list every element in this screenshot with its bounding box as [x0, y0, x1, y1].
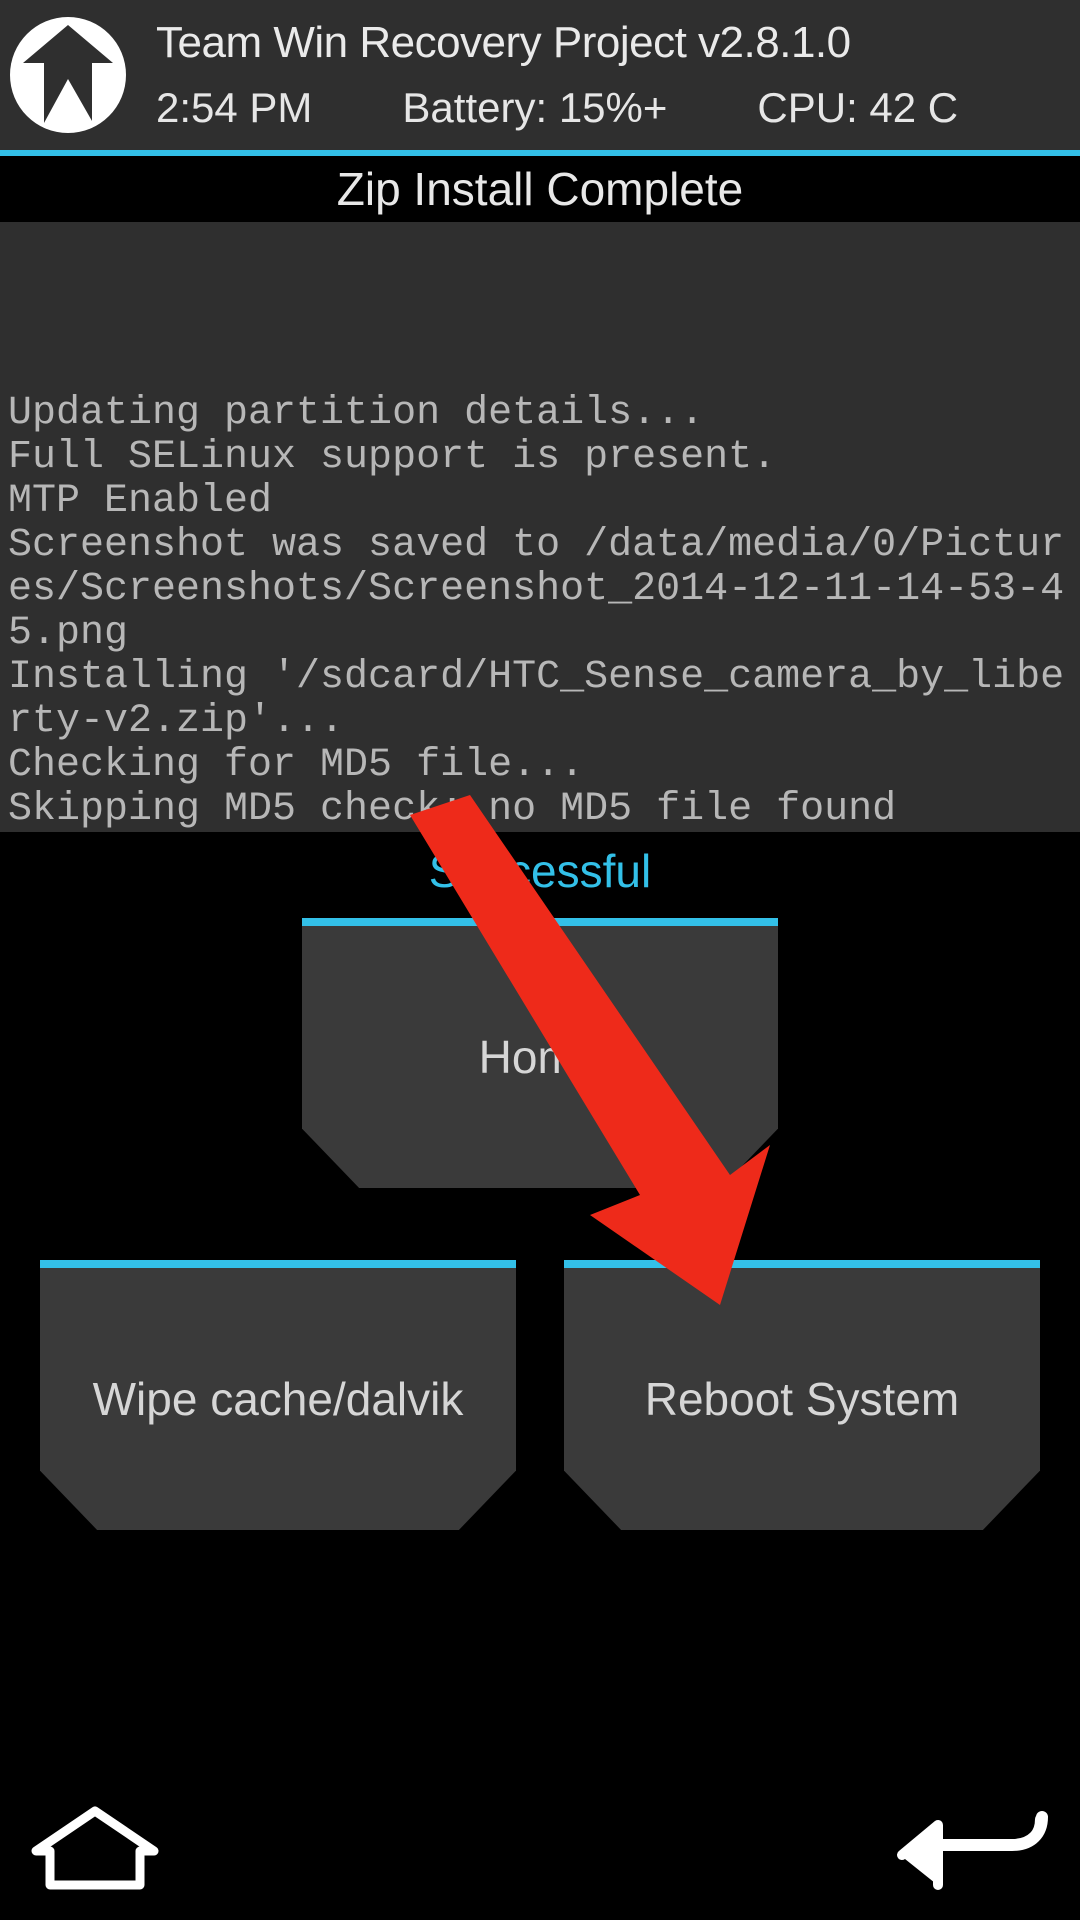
app-title: Team Win Recovery Project v2.8.1.0 — [156, 18, 1068, 68]
home-nav-icon[interactable] — [30, 1805, 160, 1895]
page-title: Zip Install Complete — [0, 156, 1080, 222]
home-button-label: Home — [479, 1030, 602, 1084]
button-area: Home Wipe cache/dalvik Reboot System — [0, 910, 1080, 1610]
wipe-cache-button[interactable]: Wipe cache/dalvik — [40, 1260, 516, 1530]
cpu-temp: CPU: 42 C — [757, 84, 958, 132]
status-label: Successful — [0, 832, 1080, 910]
reboot-system-button-label: Reboot System — [645, 1372, 959, 1426]
home-button[interactable]: Home — [302, 918, 778, 1188]
reboot-system-button[interactable]: Reboot System — [564, 1260, 1040, 1530]
header-bar: Team Win Recovery Project v2.8.1.0 2:54 … — [0, 0, 1080, 150]
back-nav-icon[interactable] — [890, 1805, 1050, 1895]
battery-status: Battery: 15%+ — [402, 84, 667, 132]
wipe-cache-button-label: Wipe cache/dalvik — [93, 1372, 464, 1426]
nav-bar — [0, 1790, 1080, 1920]
log-text: Updating partition details... Full SELin… — [8, 392, 1072, 832]
log-panel: Updating partition details... Full SELin… — [0, 222, 1080, 832]
twrp-logo-icon — [8, 15, 128, 135]
clock-time: 2:54 PM — [156, 84, 312, 132]
